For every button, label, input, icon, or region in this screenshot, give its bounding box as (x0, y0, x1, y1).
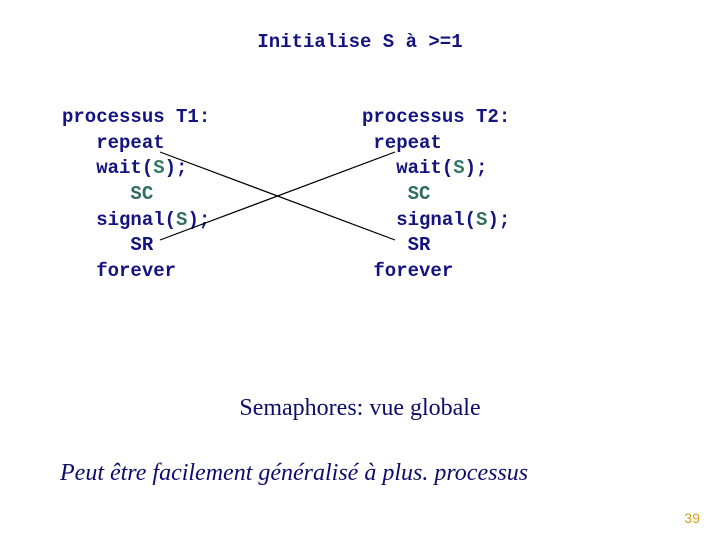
t1-signal-s: S (176, 209, 187, 231)
note: Peut être facilement généralisé à plus. … (60, 460, 528, 487)
t2-wait-b: ); (465, 157, 488, 179)
t1-wait-b: ); (165, 157, 188, 179)
process-t2: processus T2: repeat wait(S); SC signal(… (362, 105, 510, 284)
t2-signal-s: S (476, 209, 487, 231)
t1-sr: SR (130, 234, 153, 256)
init-line: Initialise S à >=1 (0, 30, 720, 56)
t2-signal-b: ); (487, 209, 510, 231)
t2-signal-a: signal( (396, 209, 476, 231)
process-t1: processus T1: repeat wait(S); SC signal(… (62, 105, 362, 284)
t1-signal-b: ); (187, 209, 210, 231)
t2-sc: SC (408, 183, 431, 205)
t1-signal-a: signal( (96, 209, 176, 231)
t1-wait-a: wait( (96, 157, 153, 179)
t2-repeat: repeat (373, 132, 441, 154)
t2-title: processus T2: (362, 106, 510, 128)
t1-title: processus T1: (62, 106, 210, 128)
t2-sr: SR (408, 234, 431, 256)
t2-forever: forever (373, 260, 453, 282)
process-columns: processus T1: repeat wait(S); SC signal(… (0, 105, 720, 284)
caption: Semaphores: vue globale (0, 395, 720, 422)
t1-forever: forever (96, 260, 176, 282)
page-number: 39 (684, 510, 700, 526)
t1-wait-s: S (153, 157, 164, 179)
t2-wait-s: S (453, 157, 464, 179)
t1-repeat: repeat (96, 132, 164, 154)
t2-wait-a: wait( (396, 157, 453, 179)
t1-sc: SC (130, 183, 153, 205)
